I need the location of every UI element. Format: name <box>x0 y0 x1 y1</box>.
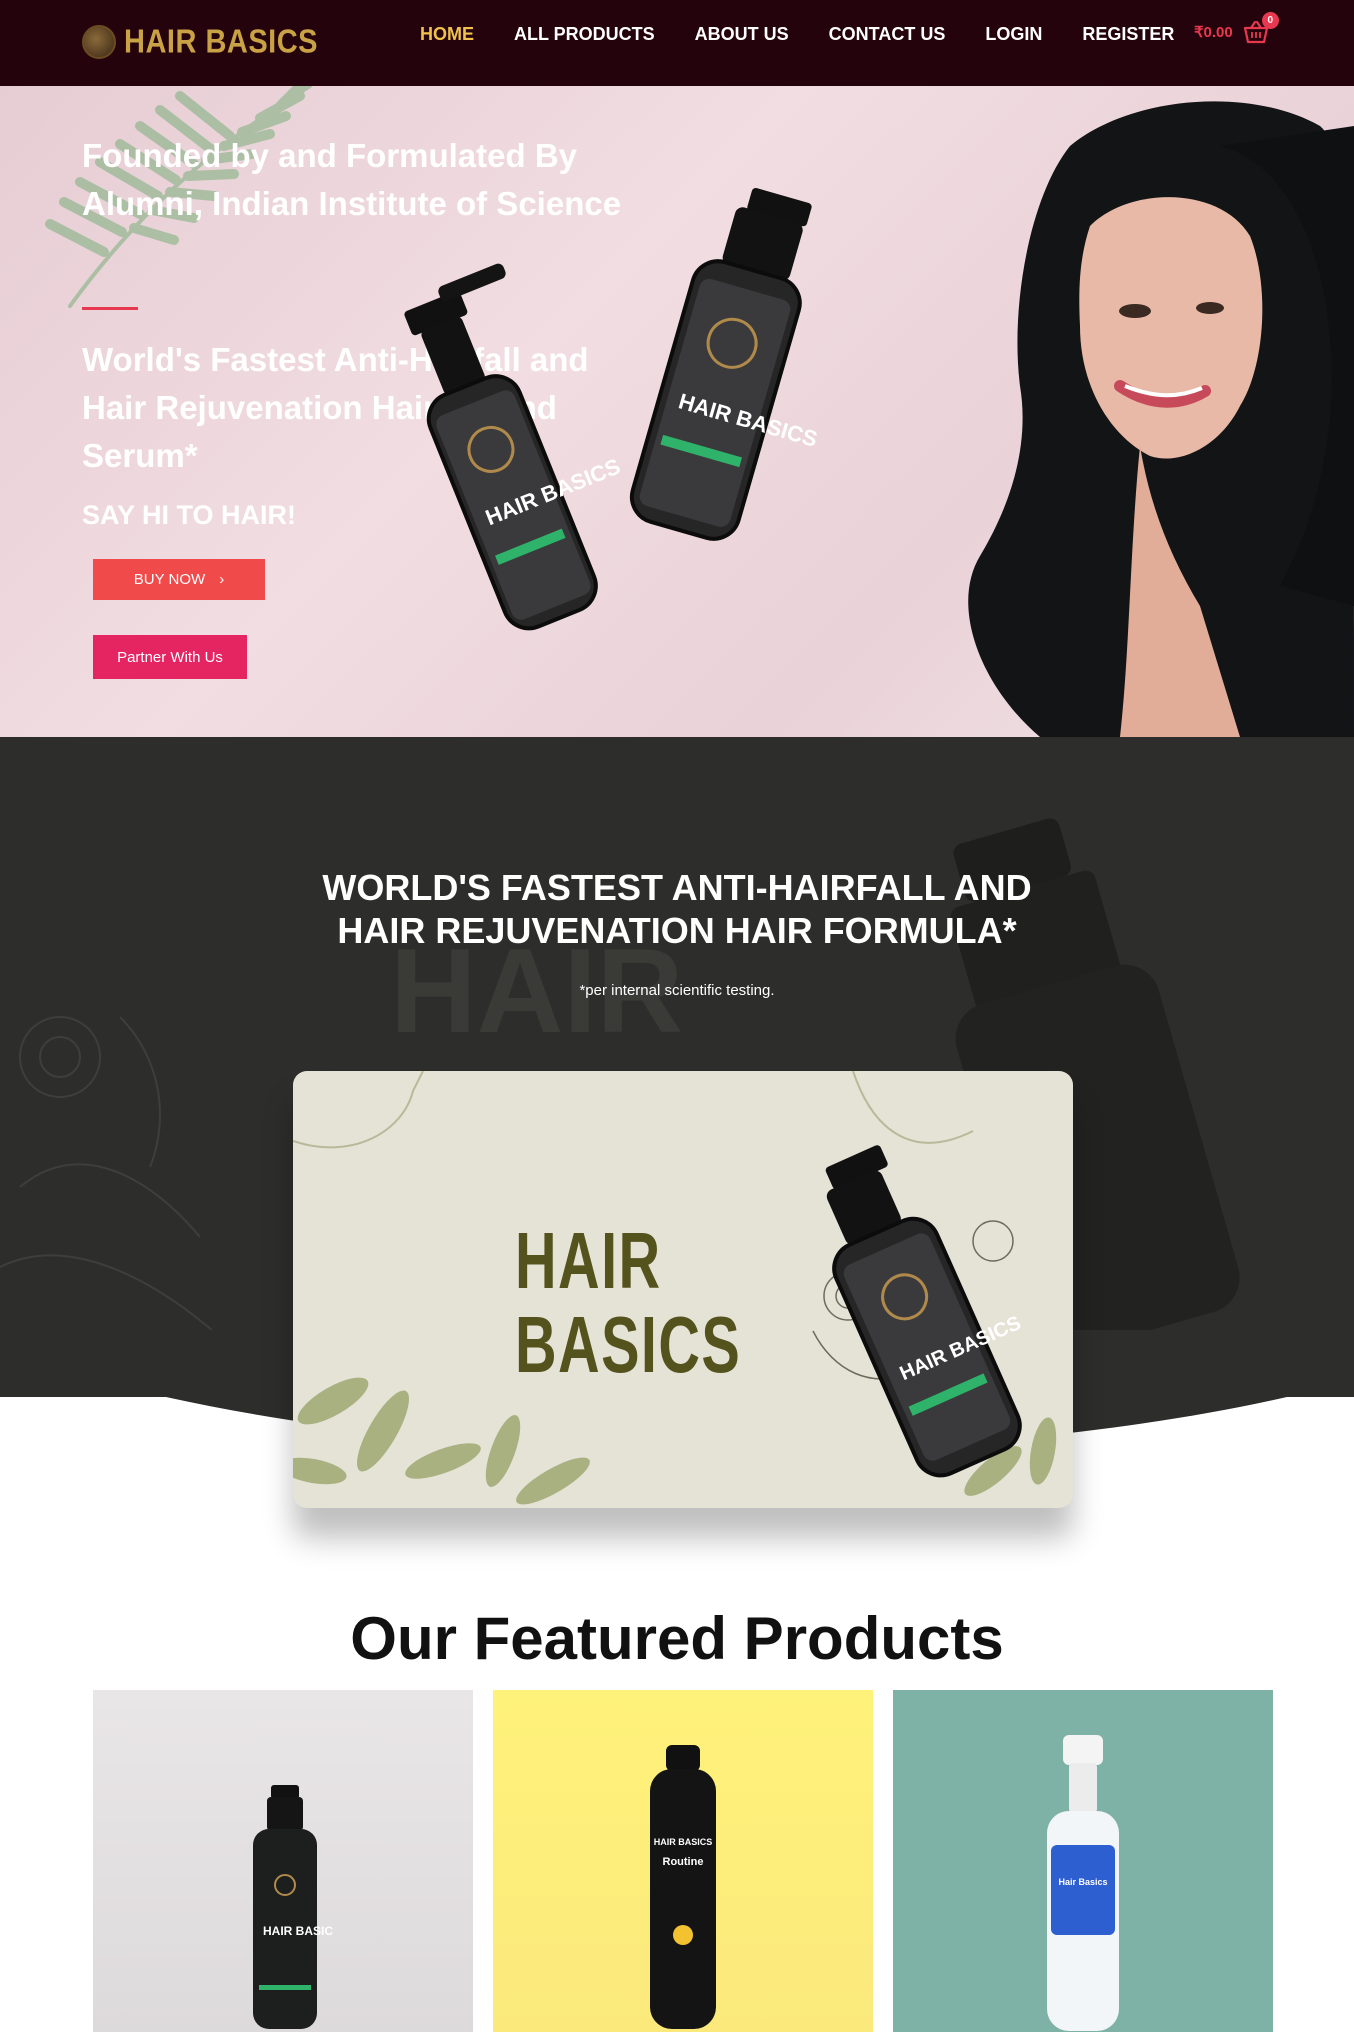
hero-divider <box>82 307 138 310</box>
featured-products-title: Our Featured Products <box>350 1605 1004 1672</box>
nav-about-us[interactable]: ABOUT US <box>695 22 789 46</box>
model-portrait-image <box>968 101 1354 737</box>
hero-section: Founded by and Formulated By Alumni, Ind… <box>0 86 1354 737</box>
chevron-right-icon: › <box>219 571 225 588</box>
site-logo[interactable]: HAIR BASICS <box>82 20 318 64</box>
formula-title-line1: WORLD'S FASTEST ANTI-HAIRFALL AND <box>322 867 1032 908</box>
banner-logo-line2: BASICS <box>515 1300 742 1389</box>
formula-title-line2: HAIR REJUVENATION HAIR FORMULA* <box>337 910 1017 951</box>
banner-logo: HAIR BASICS <box>515 1219 741 1387</box>
svg-text:HAIR BASICS: HAIR BASICS <box>654 1837 713 1847</box>
product-image: HAIR BASICS <box>253 1785 333 2029</box>
brand-banner: HAIR BASICS HAIR BASICS <box>293 1071 1073 1508</box>
buy-now-button[interactable]: BUY NOW › <box>93 559 265 600</box>
cart-widget[interactable]: ₹0.00 0 <box>1194 12 1279 44</box>
nav-login[interactable]: LOGIN <box>985 22 1042 46</box>
partner-with-us-button[interactable]: Partner With Us <box>93 635 247 679</box>
formula-title: WORLD'S FASTEST ANTI-HAIRFALL AND HAIR R… <box>0 866 1354 952</box>
product-label: Routine <box>663 1856 704 1868</box>
hero-tagline: SAY HI TO HAIR! <box>82 500 297 530</box>
nav-register[interactable]: REGISTER <box>1082 22 1174 46</box>
buy-now-label: BUY NOW <box>133 571 206 588</box>
formula-footnote: *per internal scientific testing. <box>579 982 775 999</box>
cart-count-badge: 0 <box>1261 12 1279 29</box>
product-image: Hair Basics <box>1047 1735 1119 2031</box>
product-card[interactable]: HAIR BASICS Routine <box>493 1690 873 2032</box>
cart-price: ₹0.00 <box>1194 24 1233 41</box>
logo-emblem-icon <box>82 25 116 59</box>
site-header: HAIR BASICS HOME ALL PRODUCTS ABOUT US C… <box>0 0 1354 86</box>
hero-title: Founded by and Formulated By Alumni, Ind… <box>82 137 622 222</box>
product-label: HAIR BASICS <box>263 1924 333 1938</box>
logo-text: HAIR BASICS <box>124 23 319 60</box>
product-label: Hair Basics <box>1058 1877 1107 1887</box>
banner-logo-line1: HAIR <box>515 1216 662 1305</box>
product-image: HAIR BASICS Routine <box>650 1745 716 2029</box>
nav-contact-us[interactable]: CONTACT US <box>829 22 946 46</box>
product-card[interactable]: HAIR BASICS <box>93 1690 473 2032</box>
nav-home[interactable]: HOME <box>420 22 474 46</box>
basket-icon[interactable]: 0 <box>1243 12 1279 44</box>
banner-bottle-image: HAIR BASICS <box>825 1145 1024 1478</box>
main-nav: HOME ALL PRODUCTS ABOUT US CONTACT US LO… <box>420 22 1214 46</box>
oil-bottle-image: HAIR BASICS <box>629 187 820 541</box>
product-card[interactable]: Hair Basics <box>893 1690 1273 2032</box>
nav-all-products[interactable]: ALL PRODUCTS <box>514 22 655 46</box>
floral-decoration <box>0 1016 221 1338</box>
